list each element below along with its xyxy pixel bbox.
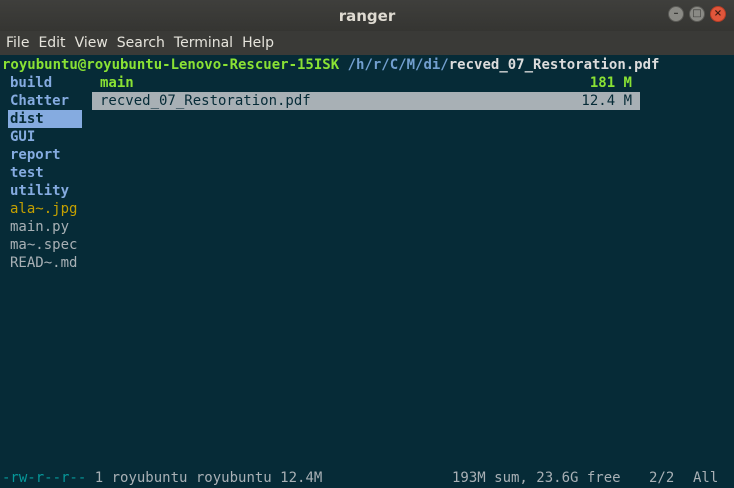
close-button[interactable]: × [710, 6, 726, 22]
menu-view[interactable]: View [75, 35, 108, 51]
status-position: 2/2 [649, 470, 675, 486]
left-pane-item[interactable]: ma~.spec [10, 236, 77, 254]
window-title: ranger [338, 7, 396, 25]
status-file-info: 1 royubuntu royubuntu 12.4M [86, 470, 323, 486]
main-pane-item-size-selected: 12.4 M [581, 93, 632, 109]
status-scroll: All [693, 470, 719, 486]
left-pane-item[interactable]: Chatter [10, 92, 69, 110]
left-pane-item[interactable]: ala~.jpg [10, 200, 77, 218]
left-pane-item[interactable]: report [10, 146, 61, 164]
menu-terminal[interactable]: Terminal [174, 35, 233, 51]
user-host: royubuntu@royubuntu-Lenovo-Rescuer-15ISK [2, 57, 340, 73]
ranger-header: royubuntu@royubuntu-Lenovo-Rescuer-15ISK… [2, 56, 659, 74]
terminal-content[interactable]: royubuntu@royubuntu-Lenovo-Rescuer-15ISK… [0, 55, 727, 488]
left-pane-item[interactable]: main.py [10, 218, 69, 236]
current-path: /h/r/C/M/di/ [347, 57, 449, 73]
left-pane-item[interactable]: build [10, 74, 52, 92]
menu-file[interactable]: File [6, 35, 29, 51]
main-pane-item-name[interactable]: main [100, 74, 134, 92]
menu-help[interactable]: Help [242, 35, 274, 51]
menu-bar: File Edit View Search Terminal Help [0, 31, 734, 55]
status-bar: -rw-r--r-- 1 royubuntu royubuntu 12.4M [2, 469, 322, 487]
left-pane-item[interactable]: utility [10, 182, 69, 200]
left-pane-item[interactable]: test [10, 164, 44, 182]
main-pane-item-size: 181 M [589, 75, 632, 91]
left-pane-item-selected[interactable]: dist [8, 110, 82, 128]
minimize-button[interactable]: – [668, 6, 684, 22]
main-pane-item-name-selected[interactable]: recved_07_Restoration.pdf [100, 92, 311, 110]
terminal-window: ranger – □ × File Edit View Search Termi… [0, 0, 734, 488]
left-pane-item[interactable]: GUI [10, 128, 35, 146]
menu-edit[interactable]: Edit [38, 35, 65, 51]
maximize-button[interactable]: □ [689, 6, 705, 22]
scrollbar[interactable] [727, 55, 734, 488]
current-filename: recved_07_Restoration.pdf [448, 57, 660, 73]
status-summary: 193M sum, 23.6G free [452, 470, 621, 486]
menu-search[interactable]: Search [117, 35, 165, 51]
title-bar[interactable]: ranger – □ × [0, 0, 734, 31]
left-pane-item[interactable]: READ~.md [10, 254, 77, 272]
status-permissions: -rw-r--r-- [2, 470, 87, 486]
